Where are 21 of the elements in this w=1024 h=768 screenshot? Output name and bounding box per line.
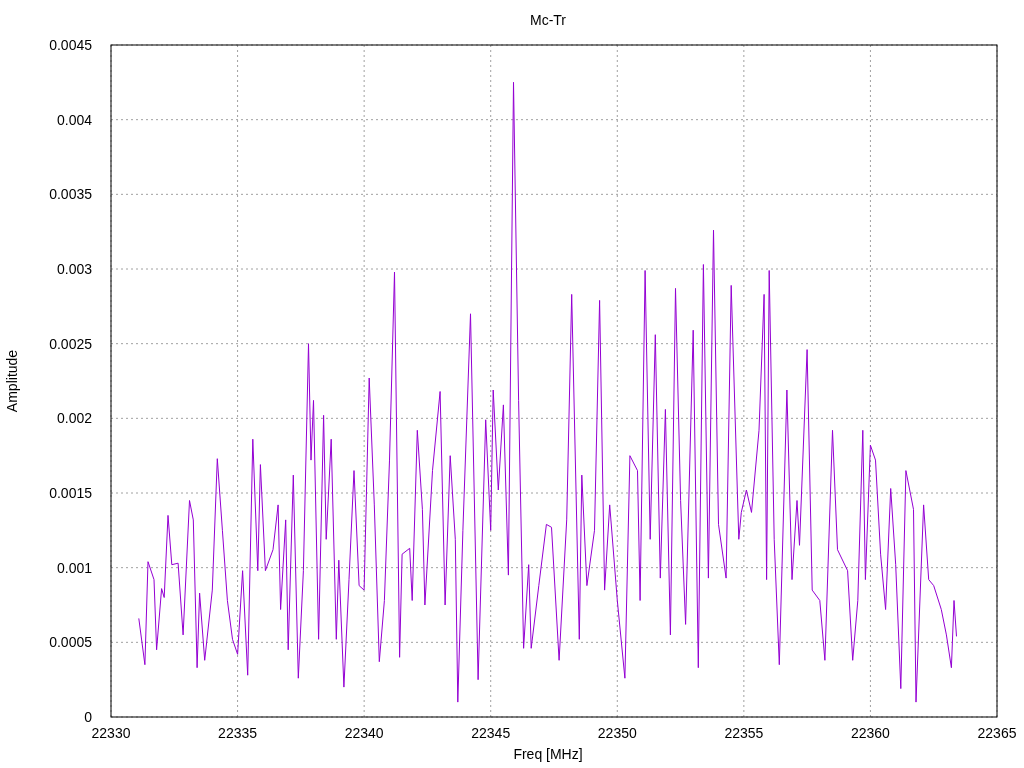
tick-label: 0.003 [56, 261, 92, 277]
tick-label: 0.004 [56, 111, 92, 128]
tick-label: 22335 [218, 725, 258, 741]
tick-label: 0.001 [56, 559, 92, 576]
tick-label: 22330 [91, 725, 131, 741]
axis-label: Amplitude [4, 349, 20, 413]
tick-label: 0.0015 [49, 485, 92, 501]
tick-label: 0.002 [56, 410, 92, 427]
tick-label: 0.0045 [49, 37, 92, 53]
tick-label: 0.0035 [49, 186, 92, 203]
tick-label: 22365 [977, 725, 1017, 741]
tick-label: 22350 [597, 725, 637, 741]
chart-title: Mc-Tr [530, 12, 566, 28]
axis-label: Freq [MHz] [513, 746, 583, 762]
tick-label: 22340 [344, 725, 384, 741]
tick-label: 0.0025 [49, 335, 92, 352]
tick-label: 22360 [850, 725, 890, 741]
tick-label: 22355 [724, 725, 764, 741]
tick-label: 22345 [471, 725, 511, 741]
tick-label: 0.0005 [49, 634, 92, 651]
tick-label: 0 [84, 709, 92, 725]
